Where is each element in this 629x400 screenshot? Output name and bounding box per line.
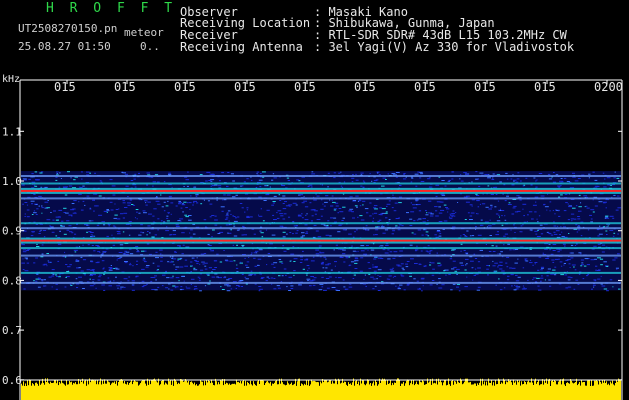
x-tick-label: 015	[354, 80, 376, 94]
signal-strength-strip	[21, 378, 621, 400]
x-tick-label: 015	[534, 80, 556, 94]
y-tick-label: 1.1	[2, 125, 22, 138]
spectral-line	[21, 281, 621, 284]
x-tick-label: 015	[414, 80, 436, 94]
spectral-line	[21, 182, 621, 185]
spectral-line	[21, 222, 621, 225]
x-tick-label: 015	[114, 80, 136, 94]
x-tick-label: 015	[54, 80, 76, 94]
spectral-line	[21, 175, 621, 177]
x-tick-label: 015	[474, 80, 496, 94]
x-tick-label: 015	[234, 80, 256, 94]
y-tick-label: 1.0	[2, 175, 22, 188]
spectrogram-plot: 1.1 1.0 0.9 0.8 0.7 0.6 015 015 015 015 015 015 015 0…	[0, 0, 629, 400]
spectrogram-svg: 1.1 1.0 0.9 0.8 0.7 0.6 015 015 015 015 015 015 015 0…	[2, 79, 623, 400]
y-tick-label: 0.7	[2, 324, 22, 337]
spectral-line	[21, 271, 621, 274]
strong-line-core	[21, 239, 621, 242]
spectral-line	[21, 254, 621, 257]
x-tick-label: 015	[294, 80, 316, 94]
y-tick-label: 0.6	[2, 374, 22, 387]
spectral-line	[21, 227, 621, 230]
spectral-line	[21, 197, 621, 200]
y-tick-label: 0.8	[2, 274, 22, 287]
strong-line-core	[21, 189, 621, 192]
x-tick-label: 015	[174, 80, 196, 94]
y-tick-label: 0.9	[2, 225, 22, 238]
spectral-line	[21, 247, 621, 250]
x-tick-label: 0200	[594, 80, 623, 94]
hroft-screen: H R O F F T UT2508270150.pn meteor 25.08…	[0, 0, 629, 400]
